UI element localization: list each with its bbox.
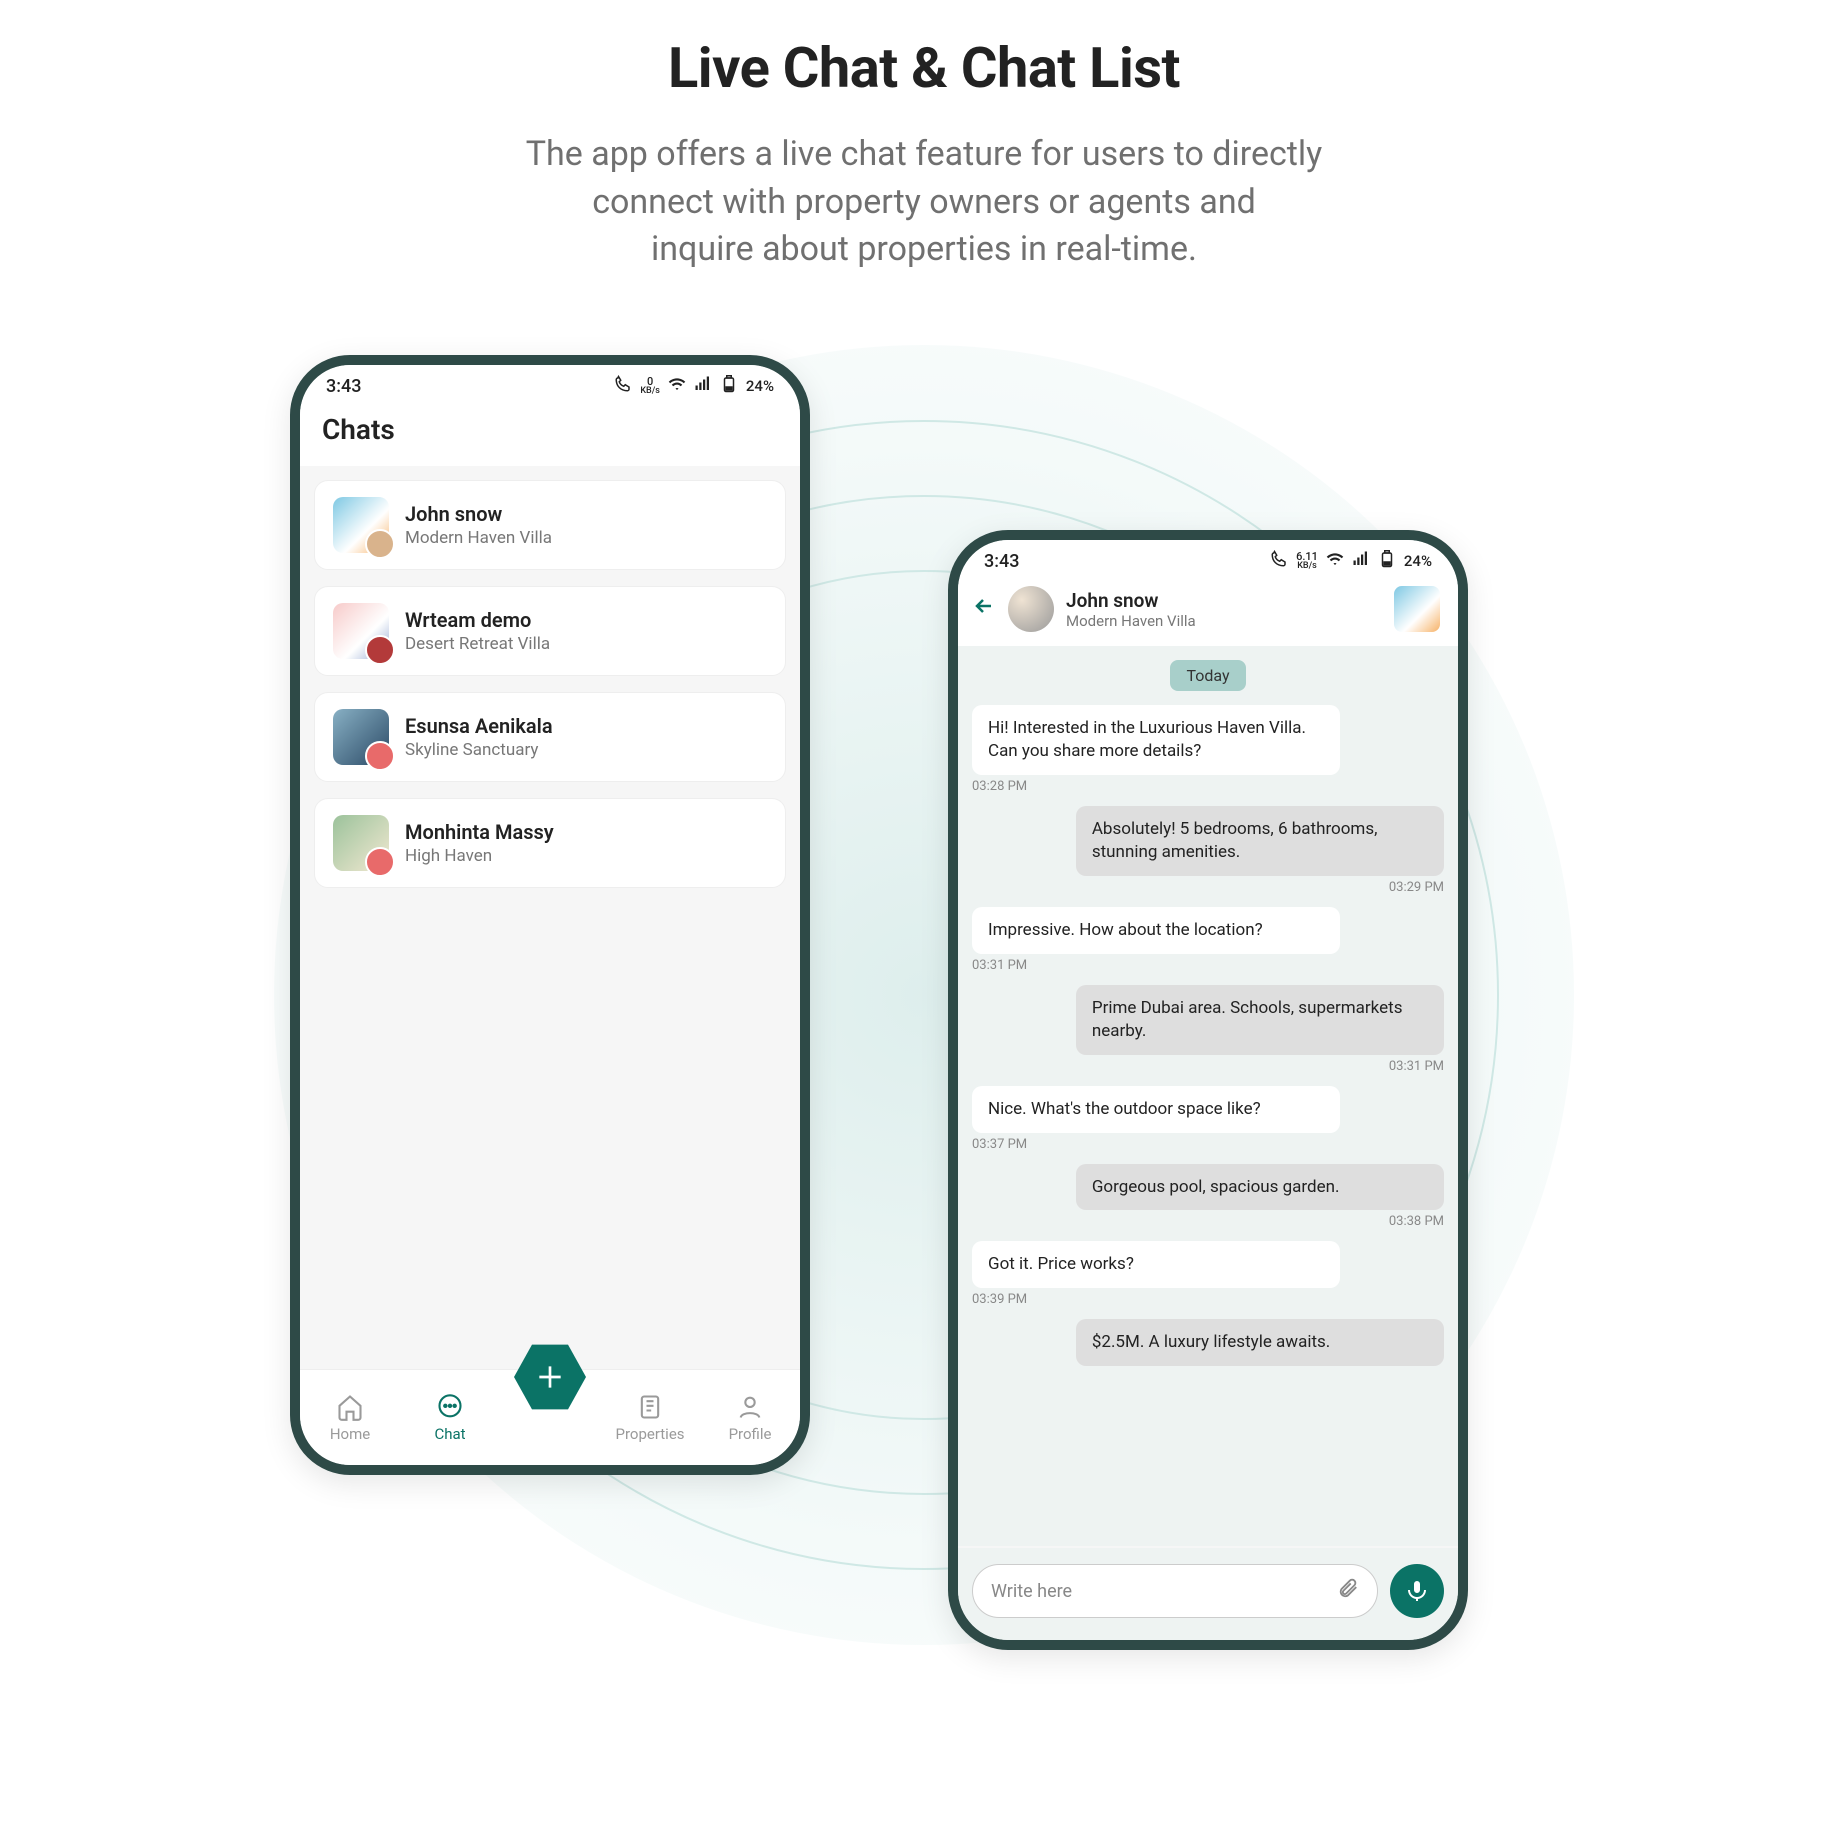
wifi-icon	[668, 375, 686, 397]
battery-pct: 24%	[746, 377, 774, 395]
mic-icon	[1405, 1579, 1429, 1603]
nav-label: Home	[330, 1425, 370, 1443]
message-out: Absolutely! 5 bedrooms, 6 bathrooms, stu…	[1076, 806, 1444, 876]
nav-chat[interactable]: Chat	[408, 1393, 492, 1443]
status-time: 3:43	[984, 551, 1019, 572]
paperclip-icon	[1337, 1577, 1359, 1599]
attach-button[interactable]	[1337, 1577, 1359, 1605]
message-time: 03:37 PM	[972, 1137, 1444, 1152]
nav-profile[interactable]: Profile	[708, 1393, 792, 1443]
chat-sub: Skyline Sanctuary	[405, 740, 553, 760]
call-icon	[614, 375, 632, 397]
phone-chat-list: 3:43 0KB/s 24% Chats John snow	[290, 355, 810, 1475]
plus-icon	[534, 1361, 566, 1393]
profile-icon	[736, 1393, 764, 1421]
signal-icon	[1352, 550, 1370, 572]
conversation-body[interactable]: Today Hi! Interested in the Luxurious Ha…	[958, 646, 1458, 1546]
message-in: Nice. What's the outdoor space like?	[972, 1086, 1340, 1133]
wifi-icon	[1326, 550, 1344, 572]
message-time: 03:38 PM	[972, 1214, 1444, 1229]
page-title: Live Chat & Chat List	[0, 35, 1848, 101]
status-right: 0KB/s 24%	[614, 375, 774, 397]
mic-button[interactable]	[1390, 1564, 1444, 1618]
status-bar: 3:43 6.11KB/s 24%	[958, 540, 1458, 576]
chat-list-item[interactable]: Wrteam demo Desert Retreat Villa	[314, 586, 786, 676]
message-in: Impressive. How about the location?	[972, 907, 1340, 954]
chat-list: John snow Modern Haven Villa Wrteam demo…	[300, 466, 800, 918]
call-icon	[1270, 550, 1288, 572]
chat-list-item[interactable]: John snow Modern Haven Villa	[314, 480, 786, 570]
message-time: 03:29 PM	[972, 880, 1444, 895]
message-time: 03:31 PM	[972, 958, 1444, 973]
nav-home[interactable]: Home	[308, 1393, 392, 1443]
chat-thumb	[333, 497, 389, 553]
chat-thumb	[333, 603, 389, 659]
status-right: 6.11KB/s 24%	[1270, 550, 1432, 572]
back-button[interactable]	[972, 594, 996, 625]
input-bar: Write here	[958, 1548, 1458, 1640]
signal-icon	[694, 375, 712, 397]
battery-icon	[720, 375, 738, 397]
date-pill: Today	[1170, 660, 1245, 691]
message-time: 03:39 PM	[972, 1292, 1444, 1307]
subtitle-line: inquire about properties in real-time.	[0, 226, 1848, 274]
page-subtitle: The app offers a live chat feature for u…	[0, 131, 1848, 274]
arrow-left-icon	[972, 594, 996, 618]
properties-icon	[636, 1393, 664, 1421]
subtitle-line: The app offers a live chat feature for u…	[0, 131, 1848, 179]
message-out: $2.5M. A luxury lifestyle awaits.	[1076, 1319, 1444, 1366]
subtitle-line: connect with property owners or agents a…	[0, 179, 1848, 227]
message-in: Hi! Interested in the Luxurious Haven Vi…	[972, 705, 1340, 775]
nav-label: Profile	[729, 1425, 772, 1443]
nav-label: Chat	[434, 1425, 465, 1443]
chat-sub: High Haven	[405, 846, 554, 866]
status-data: 0KB/s	[640, 376, 660, 396]
status-time: 3:43	[326, 376, 361, 397]
nav-label: Properties	[615, 1425, 684, 1443]
chat-thumb	[333, 709, 389, 765]
message-input[interactable]: Write here	[972, 1564, 1378, 1618]
chat-thumb	[333, 815, 389, 871]
chat-name: Wrteam demo	[405, 608, 550, 632]
chat-name: John snow	[405, 502, 552, 526]
chat-list-item[interactable]: Monhinta Massy High Haven	[314, 798, 786, 888]
battery-pct: 24%	[1404, 552, 1432, 570]
status-bar: 3:43 0KB/s 24%	[300, 365, 800, 401]
chat-list-header: Chats	[300, 401, 800, 466]
message-out: Gorgeous pool, spacious garden.	[1076, 1164, 1444, 1211]
chat-icon	[436, 1393, 464, 1421]
chat-name: Monhinta Massy	[405, 820, 554, 844]
input-placeholder: Write here	[991, 1581, 1337, 1602]
chat-list-item[interactable]: Esunsa Aenikala Skyline Sanctuary	[314, 692, 786, 782]
nav-properties[interactable]: Properties	[608, 1393, 692, 1443]
message-out: Prime Dubai area. Schools, supermarkets …	[1076, 985, 1444, 1055]
avatar[interactable]	[1008, 586, 1054, 632]
home-icon	[336, 1393, 364, 1421]
conversation-header: John snow Modern Haven Villa	[958, 576, 1458, 646]
status-data: 6.11KB/s	[1296, 551, 1318, 571]
phone-conversation: 3:43 6.11KB/s 24% John snow	[948, 530, 1468, 1650]
message-time: 03:31 PM	[972, 1059, 1444, 1074]
message-in: Got it. Price works?	[972, 1241, 1340, 1288]
battery-icon	[1378, 550, 1396, 572]
chat-sub: Modern Haven Villa	[405, 528, 552, 548]
conversation-sub: Modern Haven Villa	[1066, 612, 1196, 630]
message-time: 03:28 PM	[972, 779, 1444, 794]
chat-name: Esunsa Aenikala	[405, 714, 553, 738]
property-thumb[interactable]	[1394, 586, 1440, 632]
conversation-name: John snow	[1066, 589, 1196, 612]
chat-sub: Desert Retreat Villa	[405, 634, 550, 654]
